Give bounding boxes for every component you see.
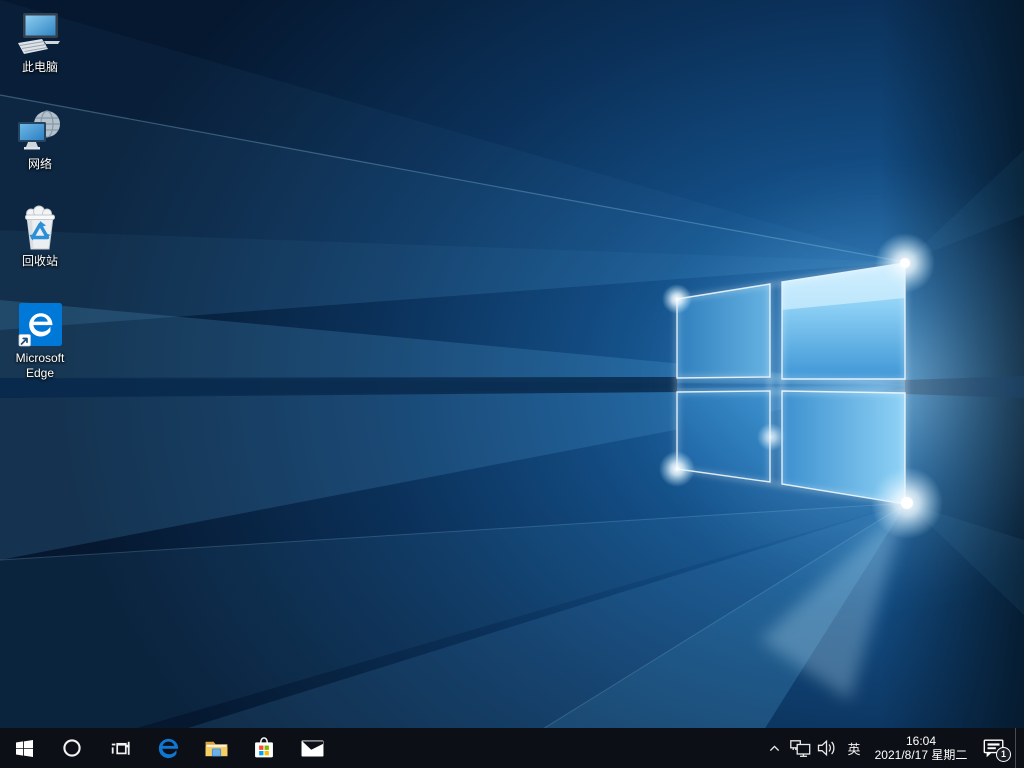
ime-label: 英 <box>847 741 861 757</box>
desktop-icon-label: 网络 <box>27 157 52 171</box>
clock-date: 2021/8/17 星期二 <box>874 748 968 762</box>
action-center-button[interactable]: 1 <box>973 728 1015 768</box>
show-desktop-button[interactable] <box>1015 728 1024 768</box>
clock-time: 16:04 <box>905 734 937 748</box>
taskbar: 英 16:04 2021/8/17 星期二 1 <box>0 728 1024 768</box>
desktop-icon-microsoft-edge[interactable]: Microsoft Edge <box>2 301 78 381</box>
cortana-search-button[interactable] <box>48 728 96 768</box>
cortana-circle-icon <box>63 739 81 757</box>
volume-tray-button[interactable] <box>813 728 839 768</box>
shortcut-arrow-overlay <box>18 334 31 347</box>
start-button[interactable] <box>0 728 48 768</box>
desktop-icon-network[interactable]: 网络 <box>2 107 78 172</box>
desktop-icon-label: 回收站 <box>21 254 58 268</box>
ethernet-network-icon <box>790 740 811 757</box>
network-icon <box>18 110 60 150</box>
file-explorer-button[interactable] <box>192 728 240 768</box>
desktop-icon-recycle-bin[interactable]: 回收站 <box>2 204 78 269</box>
task-view-icon <box>111 741 130 755</box>
ime-language-indicator[interactable]: 英 <box>839 728 869 768</box>
show-hidden-icons-button[interactable] <box>761 728 787 768</box>
store-button[interactable] <box>240 728 288 768</box>
system-tray: 英 16:04 2021/8/17 星期二 1 <box>761 728 1024 768</box>
this-pc-icon <box>18 13 60 54</box>
desktop-icon-label: 此电脑 <box>21 60 58 74</box>
edge-shortcut-icon <box>18 303 62 347</box>
windows-logo-icon <box>15 739 33 757</box>
chevron-up-icon <box>769 744 779 751</box>
windows-desktop: 此电脑 网络 回收站 Microsoft Edge 英 16:04 2021/8… <box>0 0 1024 768</box>
notification-count-badge: 1 <box>996 747 1011 762</box>
task-view-button[interactable] <box>96 728 144 768</box>
wallpaper-hero-image <box>0 0 1024 768</box>
edge-taskbar-button[interactable] <box>144 728 192 768</box>
mail-envelope-icon <box>301 739 323 757</box>
store-bag-icon <box>255 737 273 758</box>
speaker-volume-icon <box>817 739 835 757</box>
taskbar-empty-area <box>336 728 761 768</box>
folder-icon <box>205 741 227 756</box>
recycle-bin-icon <box>25 205 55 250</box>
desktop-icon-this-pc[interactable]: 此电脑 <box>2 10 78 75</box>
desktop-icon-label: Microsoft Edge <box>15 351 65 380</box>
taskbar-left-buttons <box>0 728 336 768</box>
clock[interactable]: 16:04 2021/8/17 星期二 <box>869 728 973 768</box>
edge-e-icon <box>158 738 178 758</box>
mail-button[interactable] <box>288 728 336 768</box>
network-tray-button[interactable] <box>787 728 813 768</box>
